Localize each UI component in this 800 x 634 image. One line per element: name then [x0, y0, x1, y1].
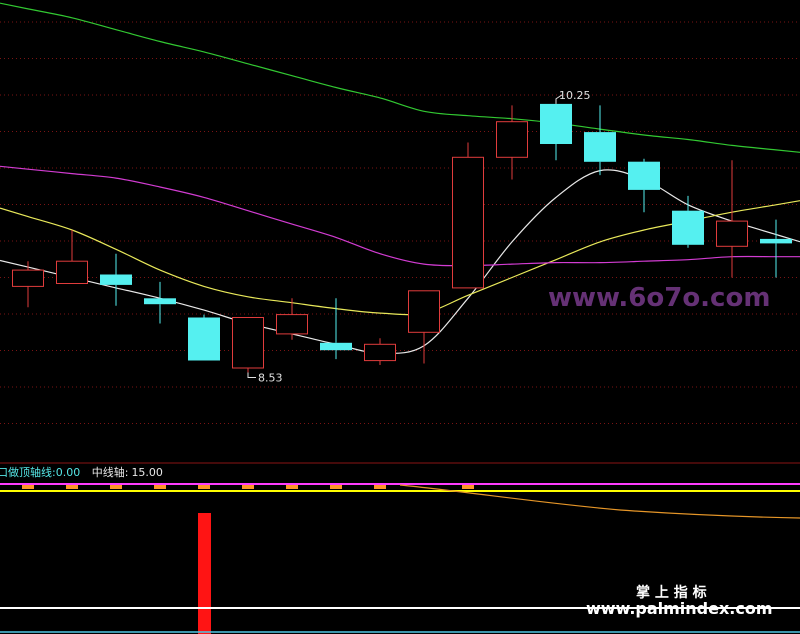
candle	[540, 103, 572, 161]
orange-tick	[22, 485, 34, 489]
candle-body-up	[408, 290, 440, 333]
orange-tick	[242, 485, 254, 489]
candle	[452, 142, 484, 289]
candle	[760, 219, 792, 278]
orange-tick	[154, 485, 166, 489]
min-price-marker: 8.53	[247, 371, 283, 384]
orange-tick	[286, 485, 298, 489]
min-price-label: 8.53	[258, 371, 283, 384]
candle	[56, 230, 88, 285]
candle	[496, 105, 528, 180]
upper-watermark: www.6o7o.com	[548, 283, 770, 313]
candle-body-up	[232, 317, 264, 369]
candle	[188, 314, 220, 361]
orange-tick	[462, 485, 474, 489]
candle	[408, 290, 440, 364]
candle	[12, 261, 44, 308]
orange-tick	[374, 485, 386, 489]
candle-body-down	[188, 317, 220, 361]
max-price-marker: 10.25	[555, 89, 591, 104]
candlesticks	[12, 103, 792, 373]
ma-line-white	[0, 169, 800, 355]
top-axis-value: 0.00	[56, 466, 81, 479]
candle	[716, 160, 748, 278]
candle-body-up	[364, 343, 396, 362]
candle-body-down	[540, 103, 572, 144]
candle-body-down	[628, 161, 660, 190]
candle-body-down	[760, 238, 792, 244]
ma-line-green	[0, 2, 800, 153]
candle-body-down	[672, 210, 704, 245]
candle-body-up	[452, 156, 484, 289]
candle	[100, 253, 132, 306]
top-axis-label: 口做顶轴线:	[0, 465, 56, 479]
candle	[672, 195, 704, 248]
orange-tick	[110, 485, 122, 489]
candle-body-up	[12, 269, 44, 287]
midline-axis-value: 15.00	[131, 466, 163, 479]
max-price-label: 10.25	[559, 89, 591, 102]
orange-curve	[399, 484, 800, 519]
candle-body-up	[276, 314, 308, 335]
candle-body-up	[56, 260, 88, 285]
candle-body-down	[144, 298, 176, 305]
stock-chart: 10.25 8.53 www.6o7o.com 口做顶轴线:0.00 中线轴: 1…	[0, 2, 800, 634]
candle-body-up	[716, 220, 748, 247]
min-price-arrow	[247, 372, 256, 378]
indicator-legend: 口做顶轴线:0.00 中线轴: 15.00	[0, 465, 163, 479]
orange-tick	[330, 485, 342, 489]
candle	[144, 281, 176, 324]
candle-body-down	[100, 274, 132, 285]
candle	[232, 317, 264, 373]
candle	[364, 338, 396, 365]
candle-body-down	[320, 342, 352, 351]
candle	[584, 105, 616, 176]
candle-body-up	[496, 121, 528, 158]
orange-tick	[66, 485, 78, 489]
midline-axis-label: 中线轴:	[92, 465, 129, 479]
candle-body-down	[584, 132, 616, 162]
orange-tick	[198, 485, 210, 489]
red-signal-spike	[198, 513, 211, 634]
svg-text:口做顶轴线:0.00 中线轴:15.00: 口做顶轴线:0.00 中线轴: 15.00	[0, 465, 163, 479]
bottom-watermark-url: www.palmindex.com	[586, 599, 773, 618]
